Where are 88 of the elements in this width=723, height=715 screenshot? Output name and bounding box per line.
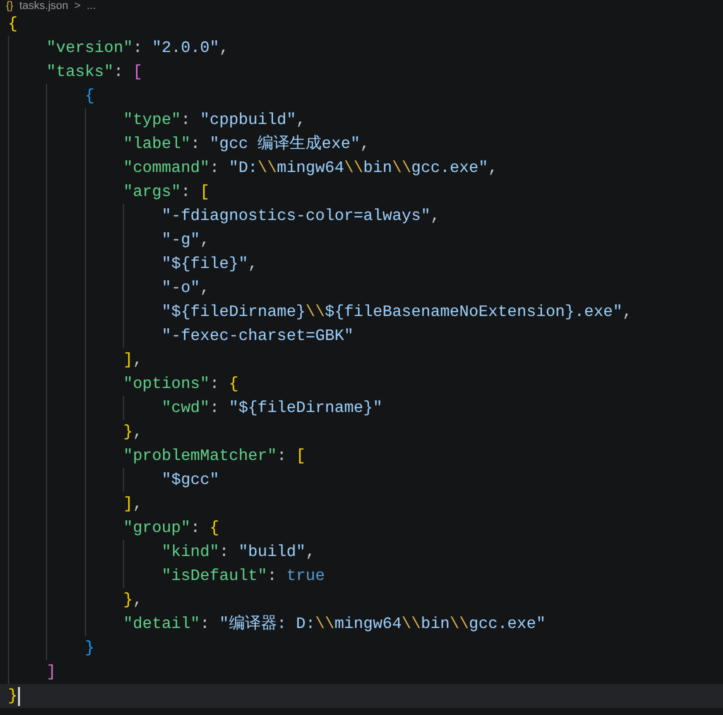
escape-sequence: \\ xyxy=(344,158,364,179)
boolean-literal: true xyxy=(286,566,325,587)
string-literal: bin xyxy=(363,158,392,179)
string-literal: "${fileDirname}" xyxy=(228,398,382,419)
bracket: ] xyxy=(123,494,133,515)
json-key: "command" xyxy=(123,156,210,180)
breadcrumb-more[interactable]: ... xyxy=(86,0,96,12)
json-key: "cwd" xyxy=(162,396,210,420)
string-literal: "2.0.0" xyxy=(152,38,220,59)
string-literal: gcc.exe" xyxy=(411,158,488,179)
bracket: [ xyxy=(132,62,142,83)
string-literal: "-fexec-charset=GBK" xyxy=(162,326,354,347)
breadcrumb-separator: > xyxy=(74,0,81,12)
punctuation: : xyxy=(210,158,220,179)
punctuation: , xyxy=(132,350,142,371)
punctuation: , xyxy=(622,302,632,323)
punctuation: : xyxy=(190,134,202,155)
escape-sequence: \\ xyxy=(402,614,421,635)
json-key: "detail" xyxy=(123,612,200,636)
escape-sequence: \\ xyxy=(258,158,277,179)
punctuation: : xyxy=(219,542,230,563)
punctuation: : xyxy=(132,38,144,59)
bracket: ] xyxy=(123,350,133,371)
string-literal: "gcc 编译生成exe" xyxy=(210,134,360,155)
string-literal: "${fileDirname} xyxy=(162,302,306,323)
bracket: { xyxy=(228,374,238,395)
escape-sequence: \\ xyxy=(315,614,334,635)
punctuation: , xyxy=(132,590,142,611)
string-literal: "${file}" xyxy=(162,254,248,275)
string-literal: "cppbuild" xyxy=(200,110,296,131)
string-literal: "build" xyxy=(238,542,306,563)
json-key: "kind" xyxy=(162,540,220,564)
punctuation: , xyxy=(132,494,142,515)
punctuation: : xyxy=(114,62,124,83)
string-literal: "$gcc" xyxy=(162,470,220,491)
punctuation: : xyxy=(190,518,202,539)
bracket: } xyxy=(123,590,133,611)
bracket: [ xyxy=(296,446,306,467)
punctuation: : xyxy=(180,110,192,131)
escape-sequence: \\ xyxy=(450,614,469,635)
json-key: "group" xyxy=(123,516,190,540)
bracket: { xyxy=(210,518,220,539)
punctuation: , xyxy=(306,542,316,563)
punctuation: : xyxy=(267,566,278,587)
punctuation: : xyxy=(276,446,288,467)
punctuation: : xyxy=(210,398,220,419)
string-literal: "D: xyxy=(228,158,258,179)
string-literal: "-g" xyxy=(162,230,200,251)
bracket: } xyxy=(8,686,18,707)
string-literal: gcc.exe" xyxy=(468,614,546,635)
text-cursor xyxy=(18,686,20,706)
punctuation: : xyxy=(210,374,220,395)
string-literal: "编译器: D: xyxy=(219,614,316,635)
punctuation: , xyxy=(200,230,210,251)
bracket: [ xyxy=(200,182,210,203)
string-literal: bin xyxy=(420,614,450,635)
json-key: "args" xyxy=(123,180,181,204)
json-key: "options" xyxy=(123,372,210,396)
bracket: { xyxy=(84,86,94,107)
punctuation: : xyxy=(180,182,192,203)
json-key: "tasks" xyxy=(46,60,114,84)
json-key: "label" xyxy=(123,132,190,156)
punctuation: , xyxy=(200,278,210,299)
string-literal: "-o" xyxy=(162,278,200,299)
escape-sequence: \\ xyxy=(392,158,412,179)
punctuation: , xyxy=(296,110,306,131)
string-literal: ${fileBasenameNoExtension}.exe" xyxy=(324,302,623,323)
punctuation: , xyxy=(488,158,498,179)
json-key: "type" xyxy=(123,108,181,132)
bracket: } xyxy=(123,422,133,443)
braces-icon: {} xyxy=(6,0,14,12)
json-key: "version" xyxy=(46,36,133,60)
punctuation: , xyxy=(132,422,142,443)
bracket: ] xyxy=(46,662,56,683)
punctuation: , xyxy=(360,134,370,155)
punctuation: , xyxy=(248,254,258,275)
bracket: } xyxy=(84,638,94,659)
string-literal: mingw64 xyxy=(334,614,402,635)
punctuation: , xyxy=(219,38,229,59)
escape-sequence: \\ xyxy=(306,302,325,323)
string-literal: "-fdiagnostics-color=always" xyxy=(162,206,430,227)
breadcrumb-file[interactable]: tasks.json xyxy=(19,0,68,12)
punctuation: : xyxy=(200,614,211,635)
punctuation: , xyxy=(430,206,440,227)
json-key: "problemMatcher" xyxy=(123,444,277,468)
bracket: { xyxy=(8,14,18,35)
json-key: "isDefault" xyxy=(162,564,268,588)
string-literal: mingw64 xyxy=(276,158,344,179)
